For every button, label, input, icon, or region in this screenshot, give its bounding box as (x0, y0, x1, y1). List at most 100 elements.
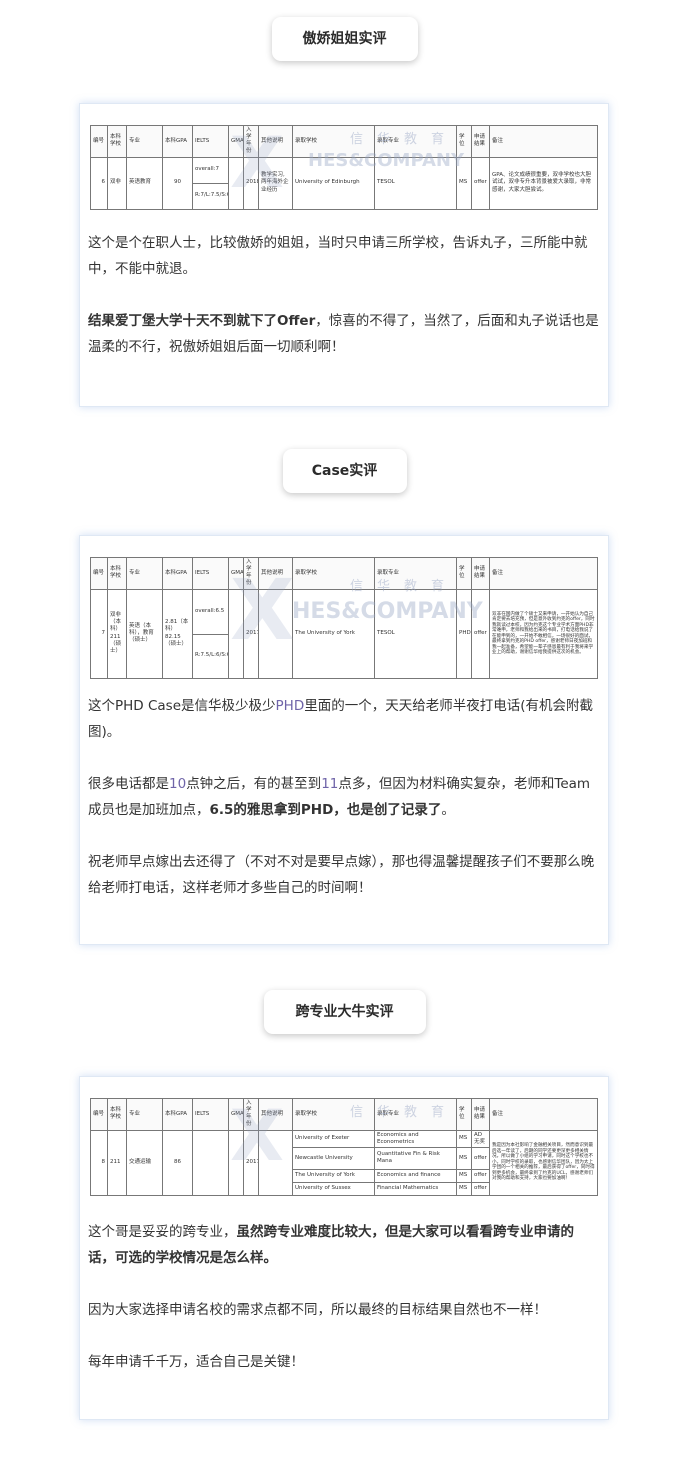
cell-remark: 双非在国内做了个硕士又来申请，一开始认为自己肯定要去培充预，但是意外收到约克的o… (489, 588, 598, 679)
cell-major: 英语（本科），教育（硕士） (126, 588, 163, 679)
th-result: 申请结果 (471, 125, 490, 158)
th-gpa: 本科GPA (162, 557, 193, 590)
review-card-1: 编号 本科学校 专业 本科GPA IELTS GMAT/GRE 入学年份 其他说… (79, 103, 609, 407)
cell-degree: MS (456, 1129, 472, 1148)
paragraph: 祝老师早点嫁出去还得了（不对不对是要早点嫁），那也得温馨提醒孩子们不要那么晚给老… (88, 854, 595, 896)
th-gpa: 本科GPA (162, 125, 193, 158)
th-gpa: 本科GPA (162, 1098, 193, 1131)
th-gmat: GMAT/GRE (228, 557, 244, 590)
highlight-text: 结果爱丁堡大学十天不到就下了Offer (88, 313, 316, 329)
th-year: 入学年份 (243, 125, 259, 158)
paragraph: 因为大家选择申请名校的需求点都不同，所以最终的目标结果自然也不一样！ (88, 1302, 547, 1318)
th-remark: 备注 (489, 557, 598, 590)
th-year: 入学年份 (243, 1098, 259, 1131)
cell-program: Quantitative Fin & Risk Mana (374, 1146, 457, 1170)
cell-univ: University of Edinburgh (292, 156, 375, 210)
paragraph: 每年申请千千万，适合自己是关键！ (88, 1354, 304, 1370)
cell-univ: University of Sussex (292, 1181, 375, 1196)
th-degree: 学位 (456, 1098, 472, 1131)
th-year: 入学年份 (243, 557, 259, 590)
th-ielts: IELTS (192, 125, 229, 158)
th-school: 本科学校 (107, 1098, 127, 1131)
cell-gmat (228, 588, 244, 679)
section-title-1: 傲娇姐姐实评 (271, 17, 418, 61)
cell-result: offer (471, 156, 490, 210)
table-row: 6 双非 英语教育 90 overall:7 2018 教学实习,两年海外企业经… (90, 156, 598, 210)
th-no: 编号 (90, 125, 108, 158)
cell-result: offer (471, 588, 490, 679)
cell-degree: MS (456, 1168, 472, 1183)
cell-univ: University of Exeter (292, 1129, 375, 1148)
paragraph: 这个哥是妥妥的跨专业，虽然跨专业难度比较大，但是大家可以看看跨专业申请的话，可选… (88, 1219, 600, 1271)
highlight-text: 10 (169, 776, 187, 792)
cell-remark: GPA、论文成绩很重要，双非学校也大胆试试，双非专升本背景被爱大录取，非常感谢，… (489, 156, 598, 210)
paragraph: 这个PHD Case是信华极少极少PHD里面的一个，天天给老师半夜打电话(有机会… (88, 693, 600, 745)
cell-no: 8 (90, 1129, 108, 1196)
cell-degree: MS (456, 1146, 472, 1170)
paragraph-text: 。 (441, 802, 455, 818)
cell-major: 英语教育 (126, 156, 163, 210)
th-univ: 录取学校 (292, 125, 375, 158)
highlight-text: PHD (275, 698, 305, 714)
th-univ: 录取学校 (292, 557, 375, 590)
cell-result: offer (471, 1181, 490, 1196)
highlight-text: 11 (321, 776, 339, 792)
cell-gmat (228, 156, 244, 210)
highlight-text: 6.5的雅思拿到PHD，也是创了记录了 (209, 802, 442, 818)
cell-ielts-overall: overall:7 (192, 156, 229, 184)
cell-gpa: 90 (162, 156, 193, 210)
th-univ: 录取学校 (292, 1098, 375, 1131)
cell-degree: MS (456, 156, 472, 210)
th-program: 录取专业 (374, 125, 457, 158)
cell-major: 交通运输 (126, 1129, 163, 1196)
cell-school: 双非（本科）211（硕士） (107, 588, 127, 679)
cell-program: Economics and finance (374, 1168, 457, 1183)
table-header-row: 编号 本科学校 专业 本科GPA IELTS GMAT/GRE 入学年份 其他说… (90, 1098, 598, 1131)
cell-gmat (228, 1129, 244, 1196)
th-note: 其他说明 (258, 125, 293, 158)
cell-univ: The University of York (292, 1168, 375, 1183)
cell-ielts-sub: R:7/L:7.5/S:6.5 (192, 182, 229, 210)
cell-year: 2018 (243, 156, 259, 210)
cell-remark: 我是因为本社影响了金融相关项目，然而意识到最后选一年读了，后期的同学还要更深更多… (489, 1129, 598, 1196)
paragraph: 结果爱丁堡大学十天不到就下了Offer，惊喜的不得了，当然了，后面和丸子说话也是… (88, 308, 600, 360)
cell-note (258, 1129, 293, 1196)
cell-ielts-sub: R:7.5/L:6/S:6/W:6.5 (192, 633, 229, 679)
cell-result: AD无奖 (471, 1129, 490, 1148)
th-ielts: IELTS (192, 557, 229, 590)
cell-program: TESOL (374, 156, 457, 210)
cell-program: Economics and Econometrics (374, 1129, 457, 1148)
th-no: 编号 (90, 1098, 108, 1131)
paragraph-text: 很多电话都是 (88, 776, 169, 792)
th-ielts: IELTS (192, 1098, 229, 1131)
paragraph: 这个是个在职人士，比较傲娇的姐姐，当时只申请三所学校，告诉丸子，三所能中就中，不… (88, 235, 588, 277)
th-remark: 备注 (489, 1098, 598, 1131)
th-major: 专业 (126, 125, 163, 158)
th-gmat: GMAT/GRE (228, 1098, 244, 1131)
cell-degree: PHD (456, 588, 472, 679)
table-header-row: 编号 本科学校 专业 本科GPA IELTS GMAT/GRE 入学年份 其他说… (90, 557, 598, 590)
th-result: 申请结果 (471, 1098, 490, 1131)
cell-school: 211 (107, 1129, 127, 1196)
th-gmat: GMAT/GRE (228, 125, 244, 158)
th-program: 录取专业 (374, 1098, 457, 1131)
th-major: 专业 (126, 1098, 163, 1131)
cell-year: 2017 (243, 588, 259, 679)
paragraph-text: 这个PHD Case是信华极少极少 (88, 698, 276, 714)
paragraph: 很多电话都是10点钟之后，有的甚至到11点多，但因为材料确实复杂，老师和Team… (88, 771, 600, 823)
cell-result: offer (471, 1168, 490, 1183)
table-row: 8 211 交通运输 86 2017 University of Exeter … (90, 1129, 598, 1196)
review-card-2: 编号 本科学校 专业 本科GPA IELTS GMAT/GRE 入学年份 其他说… (79, 535, 609, 945)
cell-ielts-overall: overall:6.5 (192, 588, 229, 635)
th-school: 本科学校 (107, 125, 127, 158)
cell-result: offer (471, 1146, 490, 1170)
cell-univ: Newcastle University (292, 1146, 375, 1170)
review-card-3: 编号 本科学校 专业 本科GPA IELTS GMAT/GRE 入学年份 其他说… (79, 1076, 609, 1420)
section-title-2: Case实评 (282, 449, 407, 493)
cell-note: 教学实习,两年海外企业经历 (258, 156, 293, 210)
th-degree: 学位 (456, 557, 472, 590)
th-no: 编号 (90, 557, 108, 590)
table-row: 7 双非（本科）211（硕士） 英语（本科），教育（硕士） 2.81（本科）82… (90, 588, 598, 679)
th-remark: 备注 (489, 125, 598, 158)
cell-univ: The University of York (292, 588, 375, 679)
